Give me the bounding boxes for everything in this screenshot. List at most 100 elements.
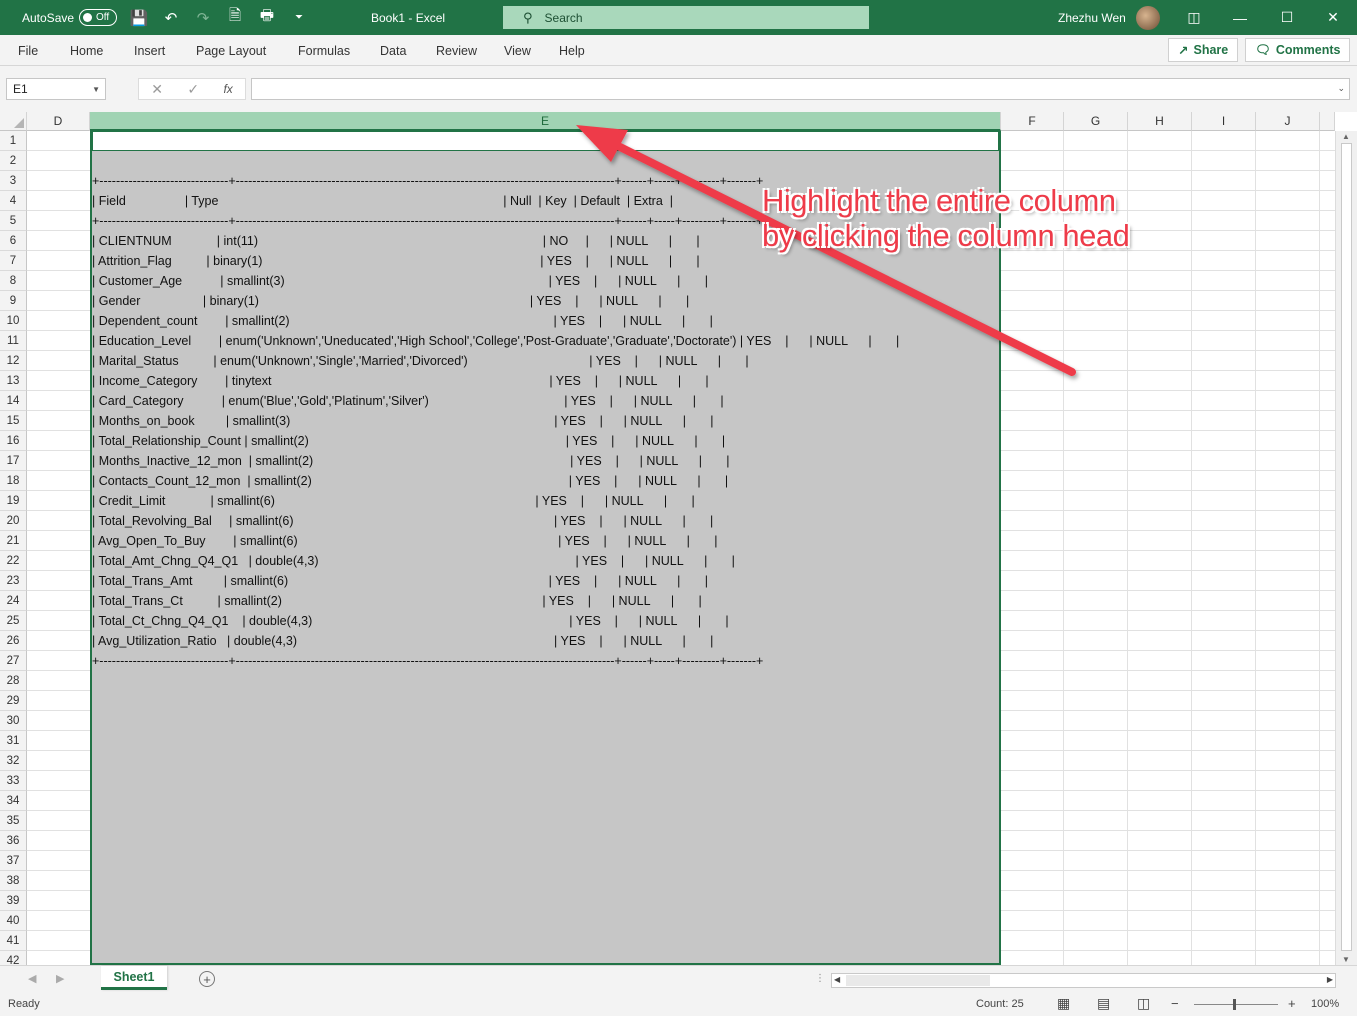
row-header[interactable]: 3 — [0, 171, 27, 191]
row-header[interactable]: 17 — [0, 451, 27, 471]
row-header[interactable]: 13 — [0, 371, 27, 391]
row-header[interactable]: 30 — [0, 711, 27, 731]
row-header[interactable]: 39 — [0, 891, 27, 911]
cell-e24[interactable]: | Total_Trans_Ct | smallint(2) | YES | |… — [92, 591, 702, 611]
tab-review[interactable]: Review — [436, 35, 477, 66]
cell-e26[interactable]: | Avg_Utilization_Ratio | double(4,3) | … — [92, 631, 713, 651]
cell-e27[interactable]: +-------------------------------+-------… — [92, 651, 763, 671]
row-header[interactable]: 31 — [0, 731, 27, 751]
row-header[interactable]: 27 — [0, 651, 27, 671]
row-header[interactable]: 9 — [0, 291, 27, 311]
redo-icon[interactable]: ↷ — [192, 9, 214, 27]
row-header[interactable]: 19 — [0, 491, 27, 511]
row-header[interactable]: 37 — [0, 851, 27, 871]
tab-page-layout[interactable]: Page Layout — [196, 35, 266, 66]
column-header-g[interactable]: G — [1064, 112, 1128, 131]
search-box[interactable]: ⚲ Search — [503, 6, 869, 29]
cell-e19[interactable]: | Credit_Limit | smallint(6) | YES | | N… — [92, 491, 695, 511]
insert-function-button[interactable]: fx — [223, 82, 232, 96]
row-header[interactable]: 32 — [0, 751, 27, 771]
cell-e14[interactable]: | Card_Category | enum('Blue','Gold','Pl… — [92, 391, 724, 411]
tab-view[interactable]: View — [504, 35, 531, 66]
scroll-left-icon[interactable]: ◀ — [834, 975, 840, 984]
cell-e10[interactable]: | Dependent_count | smallint(2) | YES | … — [92, 311, 713, 331]
avatar[interactable] — [1136, 0, 1160, 35]
row-header[interactable]: 20 — [0, 511, 27, 531]
normal-view-icon[interactable]: ▦ — [1057, 995, 1070, 1012]
column-header-i[interactable]: I — [1192, 112, 1256, 131]
row-header[interactable]: 12 — [0, 351, 27, 371]
cell-e11[interactable]: | Education_Level | enum('Unknown','Uned… — [92, 331, 899, 351]
cell-e5[interactable]: +-------------------------------+-------… — [92, 211, 763, 231]
row-header[interactable]: 5 — [0, 211, 27, 231]
horizontal-scrollbar[interactable]: ◀ ▶ — [831, 973, 1336, 988]
row-header[interactable]: 7 — [0, 251, 27, 271]
cell-e18[interactable]: | Contacts_Count_12_mon | smallint(2) | … — [92, 471, 728, 491]
comments-button[interactable]: 🗨 Comments — [1245, 38, 1351, 62]
column-header-f[interactable]: F — [1001, 112, 1064, 131]
prev-sheet-icon[interactable]: ◀ — [28, 972, 36, 985]
row-header[interactable]: 29 — [0, 691, 27, 711]
maximize-icon[interactable]: ☐ — [1264, 0, 1310, 35]
save-icon[interactable]: 💾 — [128, 9, 150, 27]
chevron-down-icon[interactable]: ▼ — [92, 85, 100, 94]
tab-split-handle[interactable]: ⋮ — [815, 973, 825, 984]
select-all-corner[interactable] — [0, 112, 27, 131]
row-header[interactable]: 8 — [0, 271, 27, 291]
row-header[interactable]: 33 — [0, 771, 27, 791]
tab-home[interactable]: Home — [70, 35, 103, 66]
row-header[interactable]: 38 — [0, 871, 27, 891]
autosave-toggle[interactable]: Off — [79, 0, 117, 35]
cell-e4[interactable]: | Field | Type | Null | Key | Default | … — [92, 191, 673, 211]
cell-e21[interactable]: | Avg_Open_To_Buy | smallint(6) | YES | … — [92, 531, 717, 551]
undo-icon[interactable]: ↶ — [160, 9, 182, 27]
row-header[interactable]: 23 — [0, 571, 27, 591]
tab-help[interactable]: Help — [559, 35, 585, 66]
row-header[interactable]: 41 — [0, 931, 27, 951]
scroll-down-icon[interactable]: ▼ — [1342, 955, 1350, 964]
cell-e7[interactable]: | Attrition_Flag | binary(1) | YES | | N… — [92, 251, 700, 271]
row-header[interactable]: 18 — [0, 471, 27, 491]
share-button[interactable]: ↗ Share — [1168, 38, 1239, 62]
tab-insert[interactable]: Insert — [134, 35, 165, 66]
row-header[interactable]: 15 — [0, 411, 27, 431]
new-file-icon[interactable]: 🗎 — [224, 5, 246, 30]
worksheet-grid[interactable]: D E F G H I J 1 2 3 4 5 6 7 8 9 10 11 12 13 14 15 16 17 1… — [0, 112, 1357, 965]
minimize-icon[interactable]: — — [1217, 0, 1263, 35]
row-header[interactable]: 25 — [0, 611, 27, 631]
active-cell-e1[interactable] — [92, 131, 999, 151]
ribbon-display-options-icon[interactable]: ◫ — [1171, 0, 1217, 35]
cancel-icon[interactable]: ✕ — [151, 81, 163, 98]
tab-data[interactable]: Data — [380, 35, 406, 66]
cell-e8[interactable]: | Customer_Age | smallint(3) | YES | | N… — [92, 271, 708, 291]
sheet-tab-sheet1[interactable]: Sheet1 — [101, 966, 167, 990]
page-break-view-icon[interactable]: ◫ — [1137, 995, 1150, 1012]
row-header[interactable]: 42 — [0, 951, 27, 965]
row-header[interactable]: 24 — [0, 591, 27, 611]
column-header-h[interactable]: H — [1128, 112, 1192, 131]
cell-e20[interactable]: | Total_Revolving_Bal | smallint(6) | YE… — [92, 511, 713, 531]
expand-formula-icon[interactable]: ⌄ — [1337, 83, 1345, 94]
zoom-slider[interactable] — [1194, 1004, 1278, 1005]
column-header-k[interactable] — [1320, 112, 1335, 131]
column-header-e[interactable]: E — [90, 112, 1001, 131]
print-preview-icon[interactable]: 🖶 — [256, 5, 278, 30]
row-header[interactable]: 16 — [0, 431, 27, 451]
cell-e12[interactable]: | Marital_Status | enum('Unknown','Singl… — [92, 351, 749, 371]
row-header[interactable]: 26 — [0, 631, 27, 651]
cell-e9[interactable]: | Gender | binary(1) | YES | | NULL | | — [92, 291, 689, 311]
scroll-thumb[interactable] — [1341, 143, 1352, 951]
enter-icon[interactable]: ✓ — [187, 81, 199, 98]
cell-e16[interactable]: | Total_Relationship_Count | smallint(2)… — [92, 431, 725, 451]
page-layout-view-icon[interactable]: ▤ — [1097, 995, 1110, 1012]
user-name[interactable]: Zhezhu Wen — [1058, 0, 1126, 35]
cell-e17[interactable]: | Months_Inactive_12_mon | smallint(2) |… — [92, 451, 730, 471]
row-header[interactable]: 11 — [0, 331, 27, 351]
row-header[interactable]: 10 — [0, 311, 27, 331]
cell-e25[interactable]: | Total_Ct_Chng_Q4_Q1 | double(4,3) | YE… — [92, 611, 729, 631]
cell-e22[interactable]: | Total_Amt_Chng_Q4_Q1 | double(4,3) | Y… — [92, 551, 735, 571]
row-header[interactable]: 4 — [0, 191, 27, 211]
zoom-in-button[interactable]: + — [1288, 996, 1296, 1011]
row-header[interactable]: 36 — [0, 831, 27, 851]
formula-input[interactable]: ⌄ — [251, 78, 1350, 100]
